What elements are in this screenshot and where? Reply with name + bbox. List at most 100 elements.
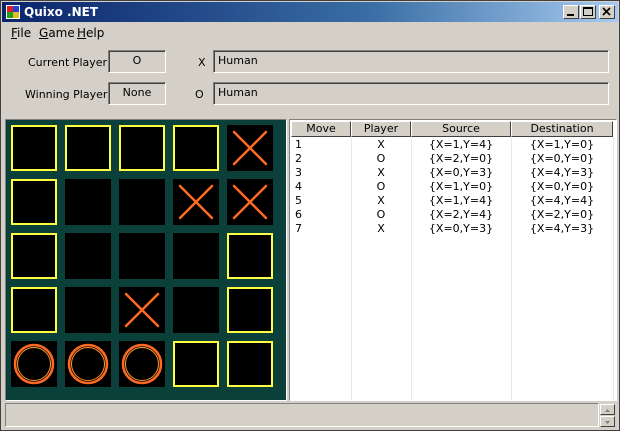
table-cell: 6 bbox=[295, 208, 302, 221]
x-mark-icon bbox=[232, 130, 268, 166]
board-cell[interactable] bbox=[173, 125, 219, 171]
board-cell[interactable] bbox=[227, 125, 273, 171]
board-cell[interactable] bbox=[173, 287, 219, 333]
board-cell[interactable] bbox=[11, 233, 57, 279]
board-cell[interactable] bbox=[11, 341, 57, 387]
table-cell: 7 bbox=[295, 222, 302, 235]
arrow-down-icon bbox=[605, 421, 610, 424]
menu-game[interactable]: Game bbox=[39, 26, 75, 40]
column-header-move[interactable]: Move bbox=[291, 121, 351, 137]
o-player-label: O bbox=[195, 88, 204, 101]
title-bar[interactable]: Quixo .NET bbox=[2, 2, 618, 22]
board-cell[interactable] bbox=[173, 233, 219, 279]
board-cell[interactable] bbox=[65, 179, 111, 225]
board-cell[interactable] bbox=[173, 179, 219, 225]
x-player-field: Human bbox=[213, 50, 609, 73]
x-mark-icon bbox=[124, 292, 160, 328]
status-bar bbox=[5, 403, 599, 427]
scroll-down-button[interactable] bbox=[600, 416, 615, 427]
board-cell[interactable] bbox=[65, 287, 111, 333]
table-row[interactable]: 4 O {X=1,Y=0} {X=0,Y=0} bbox=[291, 180, 613, 194]
table-cell: X bbox=[377, 138, 385, 151]
table-cell: {X=1,Y=0} bbox=[529, 138, 595, 151]
board-cell[interactable] bbox=[65, 125, 111, 171]
table-cell: 4 bbox=[295, 180, 302, 193]
table-row[interactable]: 7 X {X=0,Y=3} {X=4,Y=3} bbox=[291, 222, 613, 236]
close-icon bbox=[602, 7, 611, 16]
table-cell: {X=1,Y=0} bbox=[428, 180, 494, 193]
board-cell[interactable] bbox=[227, 287, 273, 333]
main-window: Quixo .NET File Game Help Current Player… bbox=[0, 0, 620, 431]
board-cell[interactable] bbox=[173, 341, 219, 387]
table-cell: {X=4,Y=3} bbox=[529, 166, 595, 179]
table-cell: {X=0,Y=0} bbox=[529, 152, 595, 165]
moves-rows: 1 X {X=1,Y=4} {X=1,Y=0} 2 O {X=2,Y=0} {X=0,Y=0}… bbox=[291, 138, 613, 236]
moves-list-header: Move Player Source Destination bbox=[291, 121, 613, 137]
table-row[interactable]: 6 O {X=2,Y=4} {X=2,Y=0} bbox=[291, 208, 613, 222]
minimize-icon bbox=[567, 14, 574, 16]
close-button[interactable] bbox=[599, 5, 615, 19]
app-icon bbox=[6, 5, 20, 19]
o-mark-icon bbox=[13, 343, 55, 385]
board-cell[interactable] bbox=[227, 341, 273, 387]
window-title: Quixo .NET bbox=[24, 5, 99, 19]
board-cell[interactable] bbox=[119, 341, 165, 387]
menu-file[interactable]: File bbox=[11, 26, 31, 40]
winning-player-label: Winning Player bbox=[25, 88, 108, 101]
column-header-source[interactable]: Source bbox=[411, 121, 511, 137]
table-cell: {X=4,Y=3} bbox=[529, 222, 595, 235]
moves-list[interactable]: Move Player Source Destination 1 X {X=1,Y=… bbox=[289, 119, 617, 401]
scroll-up-button[interactable] bbox=[600, 404, 615, 415]
table-row[interactable]: 5 X {X=1,Y=4} {X=4,Y=4} bbox=[291, 194, 613, 208]
table-cell: {X=2,Y=0} bbox=[428, 152, 494, 165]
column-header-destination[interactable]: Destination bbox=[511, 121, 613, 137]
x-player-label: X bbox=[198, 56, 206, 69]
table-cell: X bbox=[377, 222, 385, 235]
board-cell[interactable] bbox=[227, 233, 273, 279]
o-player-field: Human bbox=[213, 82, 609, 105]
table-cell: {X=0,Y=3} bbox=[428, 166, 494, 179]
board-cell[interactable] bbox=[11, 179, 57, 225]
board-cell[interactable] bbox=[119, 179, 165, 225]
table-cell: 3 bbox=[295, 166, 302, 179]
maximize-icon bbox=[583, 7, 593, 16]
table-row[interactable]: 3 X {X=0,Y=3} {X=4,Y=3} bbox=[291, 166, 613, 180]
table-row[interactable]: 2 O {X=2,Y=0} {X=0,Y=0} bbox=[291, 152, 613, 166]
game-board bbox=[5, 119, 287, 401]
table-cell: O bbox=[376, 180, 386, 193]
current-player-label: Current Player bbox=[28, 56, 108, 69]
menu-bar: File Game Help bbox=[2, 23, 618, 43]
o-mark-icon bbox=[121, 343, 163, 385]
menu-help[interactable]: Help bbox=[77, 26, 104, 40]
winning-player-value: None bbox=[108, 82, 166, 105]
table-cell: {X=0,Y=3} bbox=[428, 222, 494, 235]
table-cell: 1 bbox=[295, 138, 302, 151]
x-mark-icon bbox=[232, 184, 268, 220]
board-cell[interactable] bbox=[119, 287, 165, 333]
table-cell: X bbox=[377, 166, 385, 179]
board-cell[interactable] bbox=[119, 125, 165, 171]
maximize-button[interactable] bbox=[580, 5, 596, 19]
table-cell: {X=1,Y=4} bbox=[428, 138, 494, 151]
table-cell: 5 bbox=[295, 194, 302, 207]
o-mark-icon bbox=[67, 343, 109, 385]
column-header-player[interactable]: Player bbox=[351, 121, 411, 137]
board-cell[interactable] bbox=[11, 125, 57, 171]
board-cell[interactable] bbox=[119, 233, 165, 279]
table-cell: O bbox=[376, 208, 386, 221]
table-cell: {X=4,Y=4} bbox=[529, 194, 595, 207]
board-cell[interactable] bbox=[227, 179, 273, 225]
table-cell: {X=2,Y=0} bbox=[529, 208, 595, 221]
table-row[interactable]: 1 X {X=1,Y=4} {X=1,Y=0} bbox=[291, 138, 613, 152]
table-cell: {X=1,Y=4} bbox=[428, 194, 494, 207]
table-cell: {X=2,Y=4} bbox=[428, 208, 494, 221]
board-cell[interactable] bbox=[65, 341, 111, 387]
current-player-value: O bbox=[108, 50, 166, 73]
x-mark-icon bbox=[178, 184, 214, 220]
table-cell: {X=0,Y=0} bbox=[529, 180, 595, 193]
board-cell[interactable] bbox=[65, 233, 111, 279]
arrow-up-icon bbox=[605, 409, 610, 412]
minimize-button[interactable] bbox=[563, 5, 579, 19]
table-cell: O bbox=[376, 152, 386, 165]
board-cell[interactable] bbox=[11, 287, 57, 333]
